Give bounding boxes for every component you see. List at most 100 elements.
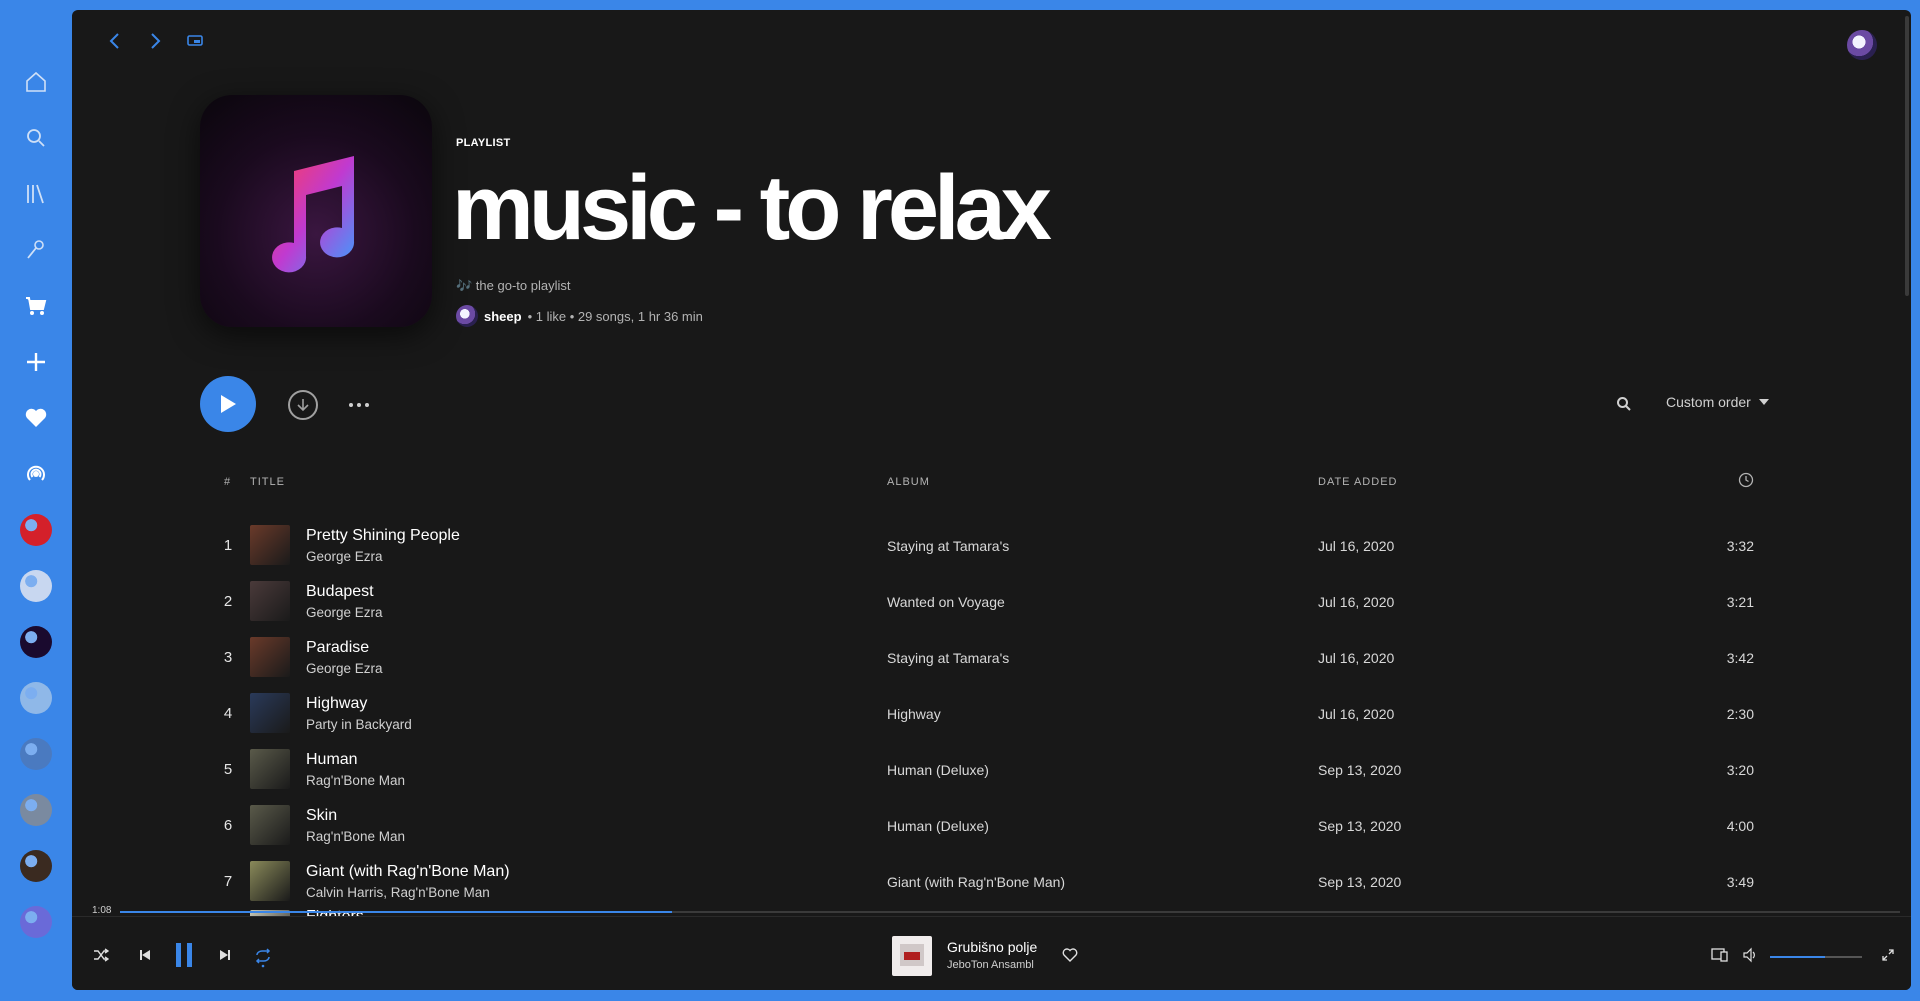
forward-button[interactable]	[142, 28, 168, 54]
column-header-album[interactable]: ALBUM	[887, 476, 930, 488]
podcast-icon	[27, 465, 45, 481]
dock-playlist-item[interactable]	[16, 846, 56, 886]
track-album[interactable]: Staying at Tamara's	[887, 650, 1009, 666]
track-row[interactable]: 5 Human Rag'n'Bone Man Human (Deluxe) Sep 13…	[222, 742, 1822, 798]
track-thumbnail	[250, 581, 290, 621]
track-row[interactable]: 6 Skin Rag'n'Bone Man Human (Deluxe) Sep 13,…	[222, 798, 1822, 854]
track-artist[interactable]: Party in Backyard	[306, 717, 412, 732]
track-artist[interactable]: Rag'n'Bone Man	[306, 829, 405, 844]
dock-item-search[interactable]	[16, 118, 56, 158]
shuffle-button[interactable]	[90, 944, 112, 966]
dock-playlist-item[interactable]	[16, 678, 56, 718]
track-album[interactable]: Highway	[887, 706, 941, 722]
track-title[interactable]: Paradise	[306, 639, 369, 657]
download-button[interactable]	[288, 390, 318, 420]
now-playing-title[interactable]: Grubišno polje	[947, 939, 1037, 955]
fullscreen-button[interactable]	[1878, 945, 1898, 965]
download-arrow-icon	[297, 399, 309, 412]
dock-item-plus[interactable]	[16, 342, 56, 382]
pause-button[interactable]	[170, 941, 198, 969]
dock-item-heart[interactable]	[16, 398, 56, 438]
devices-button[interactable]	[1710, 945, 1730, 965]
playlist-avatar	[20, 570, 52, 602]
track-duration: 3:20	[1726, 762, 1754, 778]
track-album[interactable]: Staying at Tamara's	[887, 538, 1009, 554]
track-row[interactable]: 1 Pretty Shining People George Ezra Staying…	[222, 518, 1822, 574]
track-title[interactable]: Highway	[306, 695, 367, 713]
track-artist[interactable]: George Ezra	[306, 661, 383, 676]
track-row[interactable]: 2 Budapest George Ezra Wanted on Voyage Jul …	[222, 574, 1822, 630]
like-button[interactable]	[1062, 947, 1080, 965]
dock-playlist-item[interactable]	[16, 790, 56, 830]
owner-avatar	[456, 305, 478, 327]
more-options-button[interactable]	[344, 390, 374, 420]
chevron-left-icon	[109, 33, 119, 49]
track-title[interactable]: Budapest	[306, 583, 374, 601]
track-duration: 2:30	[1726, 706, 1754, 722]
heart-outline-icon	[1062, 948, 1078, 962]
scrollbar[interactable]	[1905, 16, 1909, 296]
track-title[interactable]: Pretty Shining People	[306, 527, 460, 545]
track-artist[interactable]: George Ezra	[306, 549, 383, 564]
owner-link[interactable]: sheep	[484, 309, 522, 324]
now-playing-artist[interactable]: JeboTon Ansambl	[947, 959, 1034, 971]
back-button[interactable]	[102, 28, 128, 54]
track-album[interactable]: Wanted on Voyage	[887, 594, 1005, 610]
dock-item-home[interactable]	[16, 62, 56, 102]
track-row[interactable]: 4 Highway Party in Backyard Highway Jul 16, …	[222, 686, 1822, 742]
track-number: 3	[223, 649, 233, 666]
search-in-playlist-button[interactable]	[1616, 396, 1634, 414]
volume-button[interactable]	[1740, 945, 1760, 965]
playlist-cover	[200, 95, 432, 327]
sort-label: Custom order	[1666, 394, 1751, 410]
cart-icon	[26, 297, 47, 315]
track-artist[interactable]: Calvin Harris, Rag'n'Bone Man	[306, 885, 490, 900]
track-album[interactable]: Human (Deluxe)	[887, 762, 989, 778]
dock-playlist-item[interactable]	[16, 622, 56, 662]
dock-playlist-item[interactable]	[16, 734, 56, 774]
devices-icon	[1711, 948, 1728, 962]
dock-playlist-item[interactable]	[16, 566, 56, 606]
progress-track[interactable]	[120, 911, 1900, 913]
track-artist[interactable]: Rag'n'Bone Man	[306, 773, 405, 788]
play-button[interactable]	[200, 376, 256, 432]
caret-down-icon	[1758, 399, 1769, 405]
player-bar: 1:08 Grubišno polje JeboTon Ansambl	[72, 905, 1911, 990]
track-row[interactable]: 3 Paradise George Ezra Staying at Tamara's J…	[222, 630, 1822, 686]
column-header-duration[interactable]	[1738, 472, 1754, 491]
track-row[interactable]: 7 Giant (with Rag'n'Bone Man) Calvin Harri…	[222, 854, 1822, 910]
column-header-title[interactable]: TITLE	[250, 476, 285, 488]
track-artist[interactable]: George Ezra	[306, 605, 383, 620]
repeat-button[interactable]	[252, 944, 274, 970]
progress-bar[interactable]: 1:08	[72, 905, 1911, 919]
volume-icon	[1743, 947, 1755, 963]
dock-item-microphone[interactable]	[16, 230, 56, 270]
track-title[interactable]: Human	[306, 751, 358, 769]
track-date-added: Sep 13, 2020	[1318, 762, 1402, 778]
now-playing-cover[interactable]	[892, 936, 932, 976]
track-album[interactable]: Giant (with Rag'n'Bone Man)	[887, 874, 1065, 890]
next-button[interactable]	[214, 944, 236, 966]
track-thumbnail	[250, 805, 290, 845]
volume-slider[interactable]	[1770, 956, 1862, 958]
dock-item-cart[interactable]	[16, 286, 56, 326]
user-avatar[interactable]	[1847, 30, 1877, 60]
sort-dropdown[interactable]: Custom order	[1666, 394, 1769, 410]
track-title[interactable]: Skin	[306, 807, 337, 825]
column-header-date-added[interactable]: DATE ADDED	[1318, 476, 1397, 488]
dock-item-podcast[interactable]	[16, 454, 56, 494]
miniplayer-button[interactable]	[182, 28, 208, 54]
track-list: 1 Pretty Shining People George Ezra Staying…	[222, 518, 1822, 920]
dock-playlist-item[interactable]	[16, 510, 56, 550]
dock-playlist-item[interactable]	[16, 902, 56, 942]
playlist-avatar	[20, 514, 52, 546]
dock-item-library[interactable]	[16, 174, 56, 214]
playlist-avatar	[20, 738, 52, 770]
track-title[interactable]: Giant (with Rag'n'Bone Man)	[306, 863, 510, 881]
track-thumbnail	[250, 861, 290, 901]
play-icon	[221, 395, 236, 413]
skip-forward-icon	[220, 950, 230, 960]
miniplayer-icon	[187, 35, 203, 46]
track-album[interactable]: Human (Deluxe)	[887, 818, 989, 834]
previous-button[interactable]	[134, 944, 156, 966]
